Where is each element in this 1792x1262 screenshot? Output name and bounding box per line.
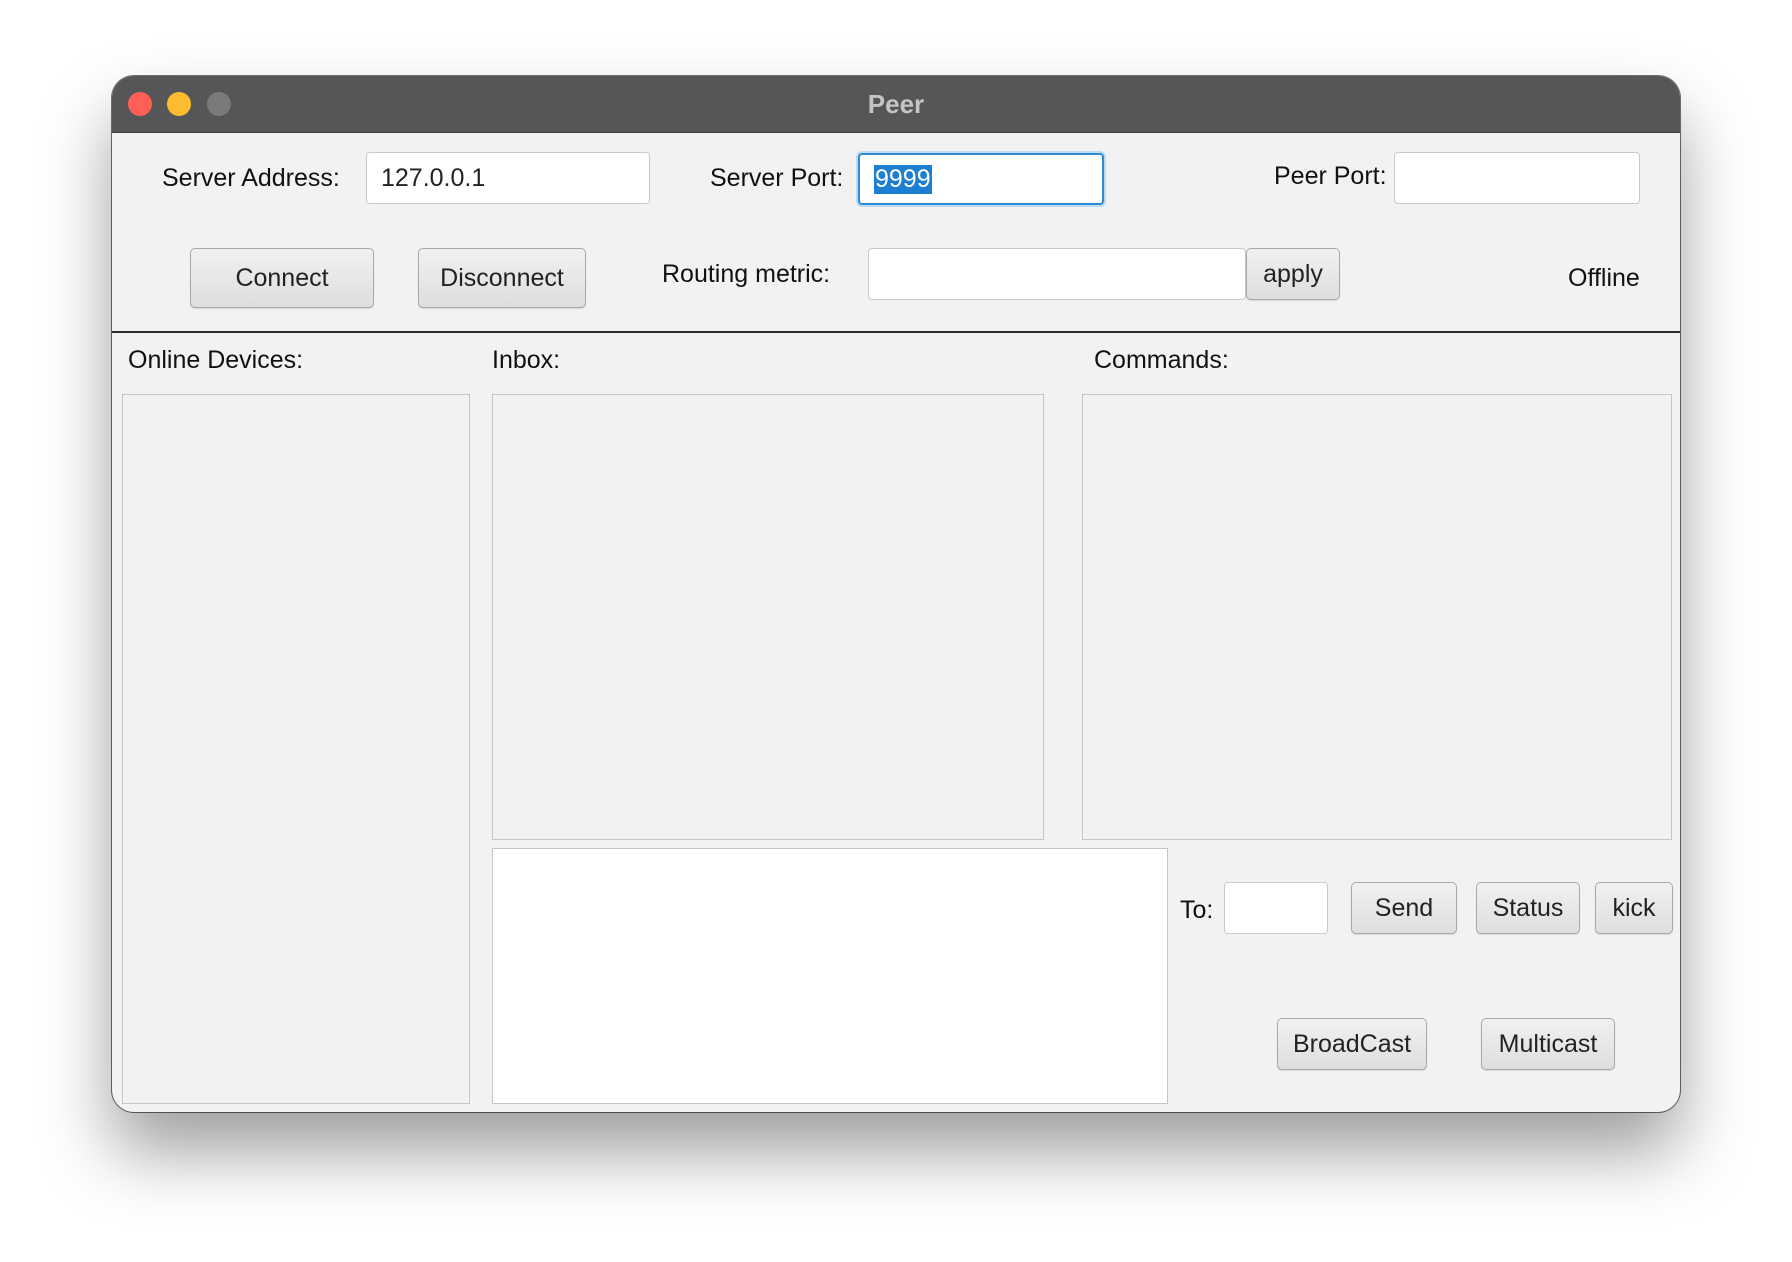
routing-metric-label: Routing metric: xyxy=(662,260,831,288)
commands-area[interactable] xyxy=(1082,394,1672,840)
connection-status: Offline xyxy=(1568,264,1640,292)
peer-port-input[interactable] xyxy=(1394,152,1640,204)
routing-metric-input[interactable] xyxy=(868,248,1246,300)
server-address-label: Server Address: xyxy=(162,164,340,192)
inbox-label: Inbox: xyxy=(492,346,561,374)
send-button[interactable]: Send xyxy=(1351,882,1457,934)
header-divider xyxy=(112,331,1680,333)
title-bar[interactable]: Peer xyxy=(112,76,1680,133)
multicast-button[interactable]: Multicast xyxy=(1481,1018,1615,1070)
to-input[interactable] xyxy=(1224,882,1328,934)
inbox-area[interactable] xyxy=(492,394,1044,840)
message-input[interactable] xyxy=(492,848,1168,1104)
online-devices-list[interactable] xyxy=(122,394,470,1104)
server-port-label: Server Port: xyxy=(710,164,844,192)
server-port-value: 9999 xyxy=(874,164,932,194)
broadcast-button[interactable]: BroadCast xyxy=(1277,1018,1427,1070)
window-title: Peer xyxy=(867,89,925,119)
apply-button[interactable]: apply xyxy=(1246,248,1340,300)
peer-window: Peer Server Address: 127.0.0.1 Server Po… xyxy=(112,76,1680,1112)
server-address-value: 127.0.0.1 xyxy=(381,163,486,192)
disconnect-button[interactable]: Disconnect xyxy=(418,248,586,308)
server-address-input[interactable]: 127.0.0.1 xyxy=(366,152,650,204)
to-label: To: xyxy=(1180,896,1214,924)
peer-port-label: Peer Port: xyxy=(1274,162,1387,190)
commands-label: Commands: xyxy=(1094,346,1229,374)
server-port-input[interactable]: 9999 xyxy=(858,153,1104,205)
kick-button[interactable]: kick xyxy=(1595,882,1673,934)
connect-button[interactable]: Connect xyxy=(190,248,374,308)
screen: Peer Server Address: 127.0.0.1 Server Po… xyxy=(0,0,1792,1262)
online-devices-label: Online Devices: xyxy=(128,346,304,374)
status-button[interactable]: Status xyxy=(1476,882,1580,934)
